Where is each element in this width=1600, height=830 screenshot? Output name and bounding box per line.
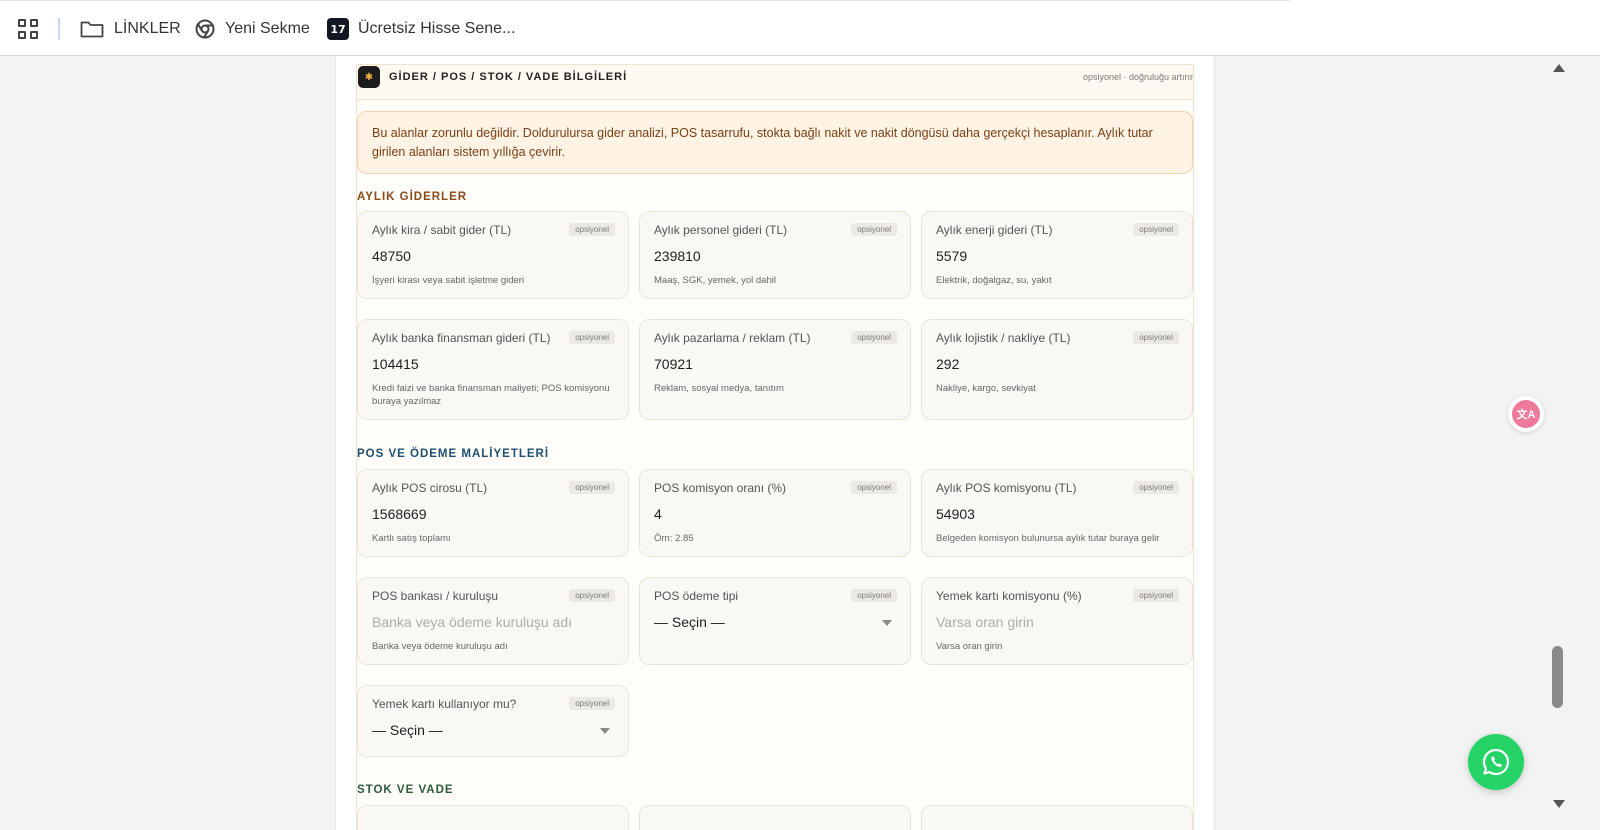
panel-title: GİDER / POS / STOK / VADE BİLGİLERİ: [389, 71, 628, 83]
translate-button[interactable]: 文A: [1508, 396, 1544, 432]
field-help: Örn: 2.85: [654, 533, 694, 544]
optional-badge: opsiyonel: [851, 589, 897, 602]
scroll-up-arrow-icon[interactable]: [1553, 64, 1565, 72]
logistics-input[interactable]: 292: [936, 356, 959, 372]
chevron-down-icon[interactable]: [600, 728, 610, 734]
pos-payment-type-select[interactable]: — Seçin —: [654, 614, 725, 630]
optional-badge: opsiyonel: [1133, 331, 1179, 344]
expenses-panel: ✱ GİDER / POS / STOK / VADE BİLGİLERİ op…: [356, 64, 1194, 830]
bookmark-hisse-senedi[interactable]: 17 Ücretsiz Hisse Sene...: [327, 16, 515, 42]
field-label: Aylık POS komisyonu (TL): [936, 481, 1077, 495]
field-card-pos-commission[interactable]: Aylık POS komisyonu (TL) opsiyonel 54903…: [921, 469, 1193, 557]
field-label: Yemek kartı kullanıyor mu?: [372, 697, 517, 711]
page-scrollbar[interactable]: [1546, 56, 1570, 830]
section-title-pos: POS VE ÖDEME MALİYETLERİ: [357, 448, 550, 460]
meal-card-rate-input[interactable]: Varsa oran girin: [936, 614, 1034, 630]
field-help: Kartlı satış toplamı: [372, 533, 451, 544]
bookmarks-separator: [58, 18, 60, 40]
field-help: Varsa oran girin: [936, 641, 1003, 652]
field-help: İşyeri kirası veya sabit işletme gideri: [372, 275, 525, 286]
pos-revenue-input[interactable]: 1568669: [372, 506, 427, 522]
optional-badge: opsiyonel: [851, 481, 897, 494]
info-notice: Bu alanlar zorunlu değildir. Doldurulurs…: [357, 111, 1193, 174]
translate-icon: 文A: [1512, 400, 1540, 428]
pos-rate-input[interactable]: 4: [654, 506, 662, 522]
pos-commission-input[interactable]: 54903: [936, 506, 975, 522]
meal-card-usage-select[interactable]: — Seçin —: [372, 722, 443, 738]
field-card-stock-2[interactable]: [639, 805, 911, 830]
field-help: Kredi faizi ve banka finansman maliyeti;…: [372, 383, 610, 407]
divider: [0, 0, 1290, 1]
optional-badge: opsiyonel: [569, 589, 615, 602]
field-help: Reklam, sosyal medya, tanıtım: [654, 383, 784, 394]
bookmark-linkler[interactable]: LİNKLER: [80, 16, 181, 42]
field-help: Maaş, SGK, yemek, yol dahil: [654, 275, 776, 286]
bookmark-label: Ücretsiz Hisse Sene...: [358, 20, 516, 37]
section-title-stock: STOK VE VADE: [357, 784, 454, 796]
field-label: Aylık enerji gideri (TL): [936, 223, 1053, 237]
optional-badge: opsiyonel: [569, 331, 615, 344]
marketing-input[interactable]: 70921: [654, 356, 693, 372]
field-card-logistics[interactable]: Aylık lojistik / nakliye (TL) opsiyonel …: [921, 319, 1193, 420]
field-card-rent[interactable]: Aylık kira / sabit gider (TL) opsiyonel …: [357, 211, 629, 299]
field-card-meal-card-usage[interactable]: Yemek kartı kullanıyor mu? opsiyonel — S…: [357, 685, 629, 757]
pos-bank-input[interactable]: Banka veya ödeme kuruluşu adı: [372, 614, 572, 630]
tradingview-icon: 17: [327, 18, 349, 40]
whatsapp-button[interactable]: [1468, 734, 1524, 790]
whatsapp-icon: [1482, 748, 1510, 776]
optional-badge: opsiyonel: [569, 697, 615, 710]
field-help: Nakliye, kargo, sevkiyat: [936, 383, 1036, 394]
field-card-stock-3[interactable]: [921, 805, 1193, 830]
field-card-pos-bank[interactable]: POS bankası / kuruluşu opsiyonel Banka v…: [357, 577, 629, 665]
field-label: POS bankası / kuruluşu: [372, 589, 499, 603]
optional-badge: opsiyonel: [1133, 223, 1179, 236]
field-help: Banka veya ödeme kuruluşu adı: [372, 641, 508, 652]
scrollbar-thumb[interactable]: [1552, 646, 1563, 708]
field-card-personnel[interactable]: Aylık personel gideri (TL) opsiyonel 239…: [639, 211, 911, 299]
optional-badge: opsiyonel: [1133, 589, 1179, 602]
page-content: ✱ GİDER / POS / STOK / VADE BİLGİLERİ op…: [335, 56, 1215, 830]
field-card-meal-card-rate[interactable]: Yemek kartı komisyonu (%) opsiyonel Vars…: [921, 577, 1193, 665]
chevron-down-icon[interactable]: [882, 620, 892, 626]
optional-badge: opsiyonel: [569, 223, 615, 236]
bookmark-label: LİNKLER: [114, 20, 181, 37]
field-label: Aylık personel gideri (TL): [654, 223, 788, 237]
field-label: POS komisyon oranı (%): [654, 481, 787, 495]
field-label: Aylık lojistik / nakliye (TL): [936, 331, 1071, 345]
scroll-down-arrow-icon[interactable]: [1553, 800, 1565, 808]
bookmark-yeni-sekme[interactable]: Yeni Sekme: [195, 16, 310, 42]
field-card-pos-revenue[interactable]: Aylık POS cirosu (TL) opsiyonel 1568669 …: [357, 469, 629, 557]
field-card-energy[interactable]: Aylık enerji gideri (TL) opsiyonel 5579 …: [921, 211, 1193, 299]
apps-grid-icon[interactable]: [18, 19, 38, 39]
field-card-stock-1[interactable]: [357, 805, 629, 830]
personnel-input[interactable]: 239810: [654, 248, 701, 264]
bookmark-label: Yeni Sekme: [225, 20, 310, 37]
field-label: POS ödeme tipi: [654, 589, 739, 603]
optional-badge: opsiyonel: [1133, 481, 1179, 494]
field-card-pos-payment-type[interactable]: POS ödeme tipi opsiyonel — Seçin —: [639, 577, 911, 665]
panel-header: ✱ GİDER / POS / STOK / VADE BİLGİLERİ op…: [357, 65, 1193, 100]
field-card-pos-rate[interactable]: POS komisyon oranı (%) opsiyonel 4 Örn: …: [639, 469, 911, 557]
field-label: Yemek kartı komisyonu (%): [936, 589, 1082, 603]
field-label: Aylık pazarlama / reklam (TL): [654, 331, 811, 345]
section-title-monthly: AYLIK GİDERLER: [357, 191, 468, 203]
rent-input[interactable]: 48750: [372, 248, 411, 264]
field-label: Aylık kira / sabit gider (TL): [372, 223, 512, 237]
field-help: Belgeden komisyon bulunursa aylık tutar …: [936, 533, 1160, 544]
bank-finance-input[interactable]: 104415: [372, 356, 419, 372]
optional-badge: opsiyonel: [851, 223, 897, 236]
energy-input[interactable]: 5579: [936, 248, 967, 264]
chrome-icon: [195, 19, 215, 39]
field-help: Elektrik, doğalgaz, su, yakıt: [936, 275, 1052, 286]
optional-badge: opsiyonel: [851, 331, 897, 344]
panel-hint: opsiyonel · doğruluğu artırır: [1082, 72, 1193, 82]
bookmarks-bar: LİNKLER Yeni Sekme 17 Ücretsiz Hisse Sen…: [0, 0, 1600, 56]
optional-badge: opsiyonel: [569, 481, 615, 494]
folder-icon: [80, 21, 104, 38]
field-label: Aylık POS cirosu (TL): [372, 481, 488, 495]
field-card-marketing[interactable]: Aylık pazarlama / reklam (TL) opsiyonel …: [639, 319, 911, 420]
field-label: Aylık banka finansman gideri (TL): [372, 331, 551, 345]
brand-logo-icon: ✱: [358, 66, 380, 88]
field-card-bank-finance[interactable]: Aylık banka finansman gideri (TL) opsiyo…: [357, 319, 629, 420]
